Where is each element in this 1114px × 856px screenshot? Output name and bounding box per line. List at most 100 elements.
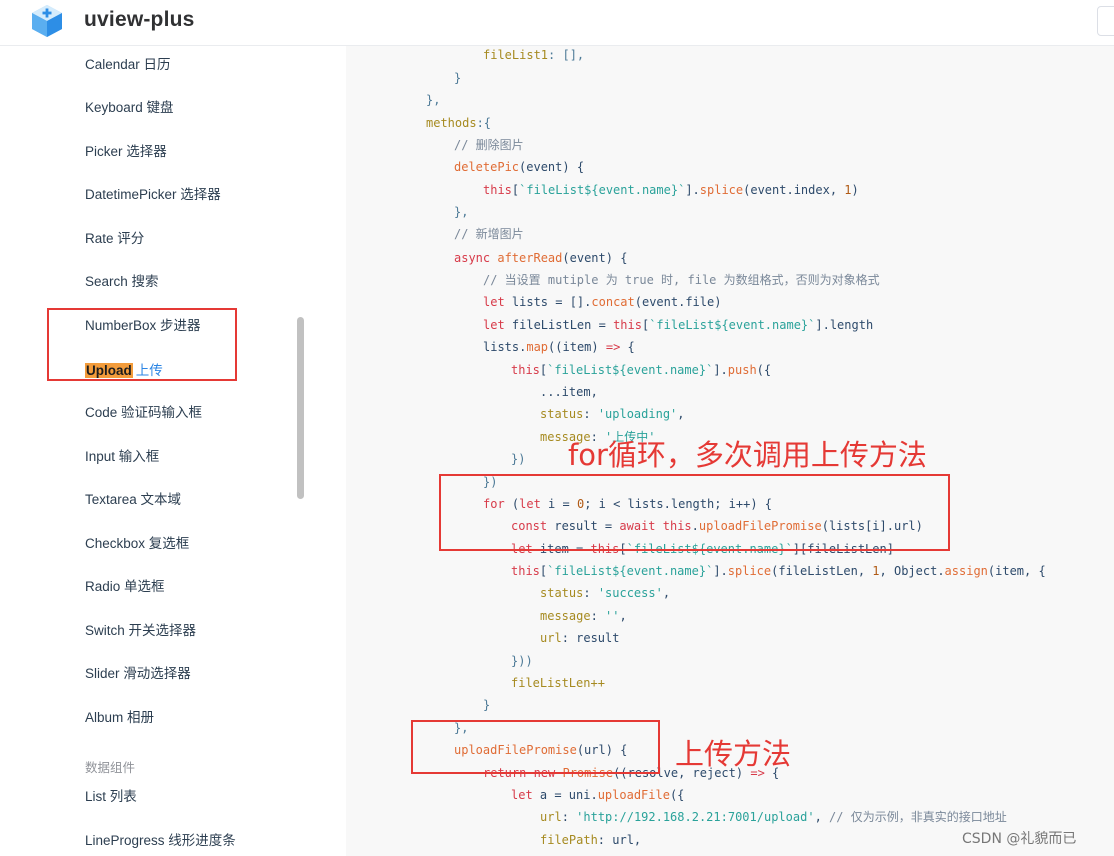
- sidebar-item[interactable]: Search 搜索: [85, 270, 159, 290]
- code-token: ].: [685, 183, 700, 197]
- sidebar-item[interactable]: Code 验证码输入框: [85, 401, 202, 421]
- code-line: methods:{: [426, 115, 491, 131]
- code-line: }: [454, 70, 461, 86]
- sidebar-item[interactable]: Picker 选择器: [85, 140, 167, 160]
- code-token: concat: [591, 295, 635, 309]
- code-token: let: [483, 295, 512, 309]
- brand-title[interactable]: uview-plus: [84, 8, 195, 32]
- code-line: this[`fileList${event.name}`].push({: [511, 362, 771, 378]
- sidebar-item[interactable]: Switch 开关选择器: [85, 619, 196, 639]
- code-token: ...item,: [540, 385, 598, 399]
- code-line: this[`fileList${event.name}`].splice(eve…: [483, 182, 859, 198]
- code-line: status: 'success',: [540, 585, 670, 601]
- sidebar-item[interactable]: Input 输入框: [85, 445, 159, 465]
- code-token: 'success': [597, 586, 663, 600]
- code-token: },: [426, 93, 441, 107]
- sidebar-item[interactable]: LineProgress 线形进度条: [85, 829, 236, 849]
- code-token: `fileList${event.name}`: [547, 363, 714, 377]
- code-token: ({: [756, 363, 772, 377]
- code-token: this: [511, 363, 540, 377]
- code-line: },: [454, 204, 468, 220]
- code-line: })): [511, 653, 533, 669]
- code-token: })): [511, 654, 533, 668]
- code-line: }): [511, 451, 525, 467]
- highlight-box-method: [411, 720, 660, 774]
- code-token: uploadFile: [597, 788, 670, 802]
- sidebar-item[interactable]: Checkbox 复选框: [85, 532, 189, 552]
- code-line: // 新增图片: [454, 226, 524, 242]
- code-token: 1: [844, 183, 852, 197]
- code-token: , Object.: [879, 564, 945, 578]
- sidebar-item[interactable]: Album 相册: [85, 706, 154, 726]
- code-token: (event.index,: [743, 183, 845, 197]
- csdn-watermark: CSDN @礼貌而已: [962, 831, 1077, 847]
- code-token: status: [540, 407, 584, 421]
- highlight-box-loop: [439, 474, 950, 551]
- code-token: filePath: [540, 833, 598, 847]
- code-token: splice: [699, 183, 744, 197]
- code-token: fileListLen =: [511, 318, 614, 332]
- sidebar-item[interactable]: Calendar 日历: [85, 53, 171, 73]
- sidebar-item[interactable]: List 列表: [85, 785, 137, 805]
- code-token: `fileList${event.name}`: [547, 564, 714, 578]
- code-token: let: [511, 788, 540, 802]
- code-token: (item, {: [987, 564, 1046, 578]
- code-token: }: [483, 698, 491, 712]
- code-token: this: [483, 183, 512, 197]
- code-token: ,: [677, 407, 685, 421]
- code-token: '': [605, 609, 620, 623]
- sidebar-item[interactable]: Keyboard 键盘: [85, 96, 174, 116]
- sidebar-scroll-thumb[interactable]: [297, 317, 304, 499]
- code-token: this: [613, 318, 642, 332]
- code-token: message: [540, 609, 591, 623]
- code-line: message: '',: [540, 608, 627, 624]
- code-token: (fileListLen,: [771, 564, 873, 578]
- code-token: ,: [619, 609, 627, 623]
- code-line: this[`fileList${event.name}`].splice(fil…: [511, 563, 1046, 579]
- code-token: methods: [426, 116, 477, 130]
- code-token: :: [561, 810, 577, 824]
- sidebar-item[interactable]: DatetimePicker 选择器: [85, 183, 221, 203]
- code-line: url: result: [540, 630, 619, 646]
- highlight-box-sidebar: [47, 308, 237, 381]
- code-token: // 新增图片: [454, 227, 524, 241]
- header-action-button[interactable]: [1097, 6, 1114, 36]
- code-token: ].length: [815, 318, 874, 332]
- code-line: }: [483, 697, 490, 713]
- code-token: ({: [669, 788, 685, 802]
- uview-logo-icon[interactable]: [31, 4, 63, 38]
- code-token: : url,: [597, 833, 642, 847]
- code-line: filePath: url,: [540, 832, 641, 848]
- code-token: afterRead: [497, 251, 563, 265]
- code-token: }): [511, 452, 526, 466]
- code-token: fileListLen++: [511, 676, 605, 690]
- code-line: let lists = [].concat(event.file): [483, 294, 721, 310]
- code-token: ((item): [548, 340, 606, 354]
- code-token: }: [454, 71, 462, 85]
- code-token: let: [483, 318, 512, 332]
- sidebar-group-label: 数据组件: [85, 761, 136, 775]
- code-token: : result: [561, 631, 620, 645]
- top-header: uview-plus: [0, 0, 1114, 46]
- code-token: url: [540, 810, 562, 824]
- sidebar-item[interactable]: Rate 评分: [85, 227, 144, 247]
- sidebar-item[interactable]: Textarea 文本域: [85, 488, 181, 508]
- code-token: a = uni.: [539, 788, 598, 802]
- code-token: (event) {: [519, 160, 585, 174]
- code-token: 1: [872, 564, 880, 578]
- annotation-loop-note: for循环，多次调用上传方法: [568, 438, 927, 472]
- code-token: url: [540, 631, 562, 645]
- code-token: :: [583, 586, 598, 600]
- code-line: lists.map((item) => {: [483, 339, 635, 355]
- code-line: let fileListLen = this[`fileList${event.…: [483, 317, 873, 333]
- sidebar-item[interactable]: Slider 滑动选择器: [85, 662, 191, 682]
- code-line: // 当设置 mutiple 为 true 时, file 为数组格式，否则为对…: [483, 272, 880, 288]
- code-token: (event) {: [562, 251, 628, 265]
- code-token: ,: [662, 586, 671, 600]
- code-token: :: [583, 407, 598, 421]
- sidebar-item[interactable]: Radio 单选框: [85, 575, 165, 595]
- code-token: ].: [713, 564, 728, 578]
- code-token: async: [454, 251, 498, 265]
- code-token: =>: [605, 340, 621, 354]
- code-token: {: [620, 340, 635, 354]
